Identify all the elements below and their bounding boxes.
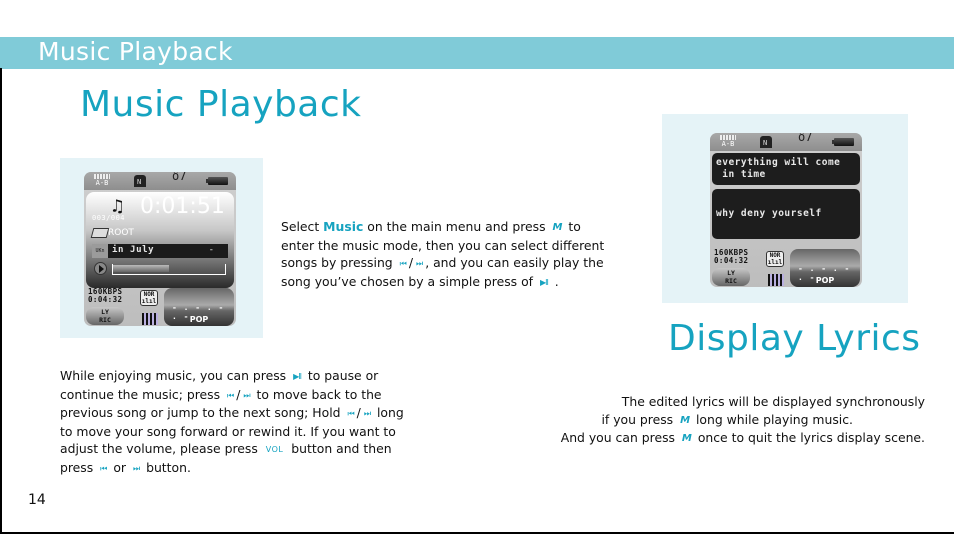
prev-button-icon: ⏮ bbox=[100, 463, 107, 473]
page-number: 14 bbox=[28, 492, 46, 508]
status-bar: A-B ὃ7 bbox=[84, 172, 236, 190]
lyric-line-current: everything will come in time bbox=[712, 153, 860, 185]
next-button-icon: ⏭ bbox=[132, 463, 140, 473]
battery-icon bbox=[206, 177, 228, 185]
lyrics-instructions: The edited lyrics will be displayed sync… bbox=[525, 393, 925, 448]
menu-button-icon: M bbox=[552, 222, 563, 233]
ab-repeat-icon: A-B bbox=[720, 135, 736, 148]
prev-button-icon: ⏮ bbox=[399, 259, 407, 268]
prev-button-icon: ⏮ bbox=[227, 390, 234, 400]
play-mode-icon: NOR ılıl bbox=[766, 251, 784, 267]
vol-button-icon: VOL bbox=[265, 445, 284, 454]
play-icon bbox=[94, 262, 107, 275]
player-screen: A-B ὃ7 ♫ 003/004 0:01:51 ROOT UKn in Jul… bbox=[84, 172, 236, 326]
headphones-icon: ὃ7 bbox=[172, 172, 187, 183]
volume-icon bbox=[142, 313, 158, 325]
next-button-icon: ⏭ bbox=[416, 259, 423, 268]
lyric-button: LY RIC bbox=[86, 307, 124, 325]
info-area: 160KBPS 0:04:32 LY RIC NOR ılıl - . - . -… bbox=[84, 288, 236, 326]
eq-badge: UKn bbox=[92, 244, 108, 258]
track-counter: 003/004 bbox=[92, 214, 126, 222]
status-bar: A-B ὃ7 bbox=[710, 133, 862, 151]
section-title-music-playback: Music Playback bbox=[80, 84, 362, 125]
elapsed-time: 0:01:51 bbox=[140, 194, 225, 219]
equalizer-panel: - . - . - . - POP bbox=[164, 288, 234, 326]
song-suffix: - bbox=[208, 245, 214, 255]
headphones-icon: ὃ7 bbox=[798, 133, 813, 144]
menu-button-icon: M bbox=[680, 414, 690, 426]
bitrate-info: 160KBPS 0:04:32 bbox=[88, 288, 122, 304]
progress-row bbox=[92, 262, 228, 276]
info-area: 160KBPS 0:04:32 LY RIC NOR ılıl - . - . -… bbox=[710, 249, 862, 287]
select-music-instructions: Select Music on the main menu and press … bbox=[281, 218, 611, 291]
eq-preset: POP bbox=[189, 315, 209, 324]
prev-button-icon: ⏮ bbox=[347, 409, 354, 418]
section-title-display-lyrics: Display Lyrics bbox=[668, 318, 921, 359]
lyrics-screenshot-panel: A-B ὃ7 everything will come in time why … bbox=[662, 114, 908, 303]
play-pause-button-icon: ▶II bbox=[539, 277, 549, 287]
playback-instructions: While enjoying music, you can press ▶II … bbox=[60, 367, 410, 477]
song-row: UKn in July - bbox=[92, 244, 228, 258]
next-button-icon: ⏭ bbox=[363, 409, 371, 418]
header-title: Music Playback bbox=[38, 37, 233, 66]
lyric-button: LY RIC bbox=[712, 268, 750, 286]
volume-icon bbox=[768, 274, 784, 286]
ab-repeat-icon: A-B bbox=[94, 174, 110, 187]
play-pause-button-icon: ▶II bbox=[293, 372, 302, 381]
total-time: 0:04:32 bbox=[714, 256, 749, 265]
folder-name: ROOT bbox=[108, 228, 134, 238]
lyrics-screen: A-B ὃ7 everything will come in time why … bbox=[710, 133, 862, 287]
repeat-mode-icon bbox=[134, 175, 146, 187]
menu-button-icon: M bbox=[681, 433, 692, 444]
repeat-mode-icon bbox=[760, 136, 772, 148]
next-button-icon: ⏭ bbox=[243, 390, 250, 400]
play-mode-icon: NOR ılıl bbox=[140, 290, 158, 306]
total-time: 0:04:32 bbox=[88, 295, 123, 304]
bitrate-info: 160KBPS 0:04:32 bbox=[714, 249, 748, 265]
progress-bar bbox=[112, 264, 226, 275]
eq-preset: POP bbox=[815, 276, 835, 285]
equalizer-panel: - . - . - . - POP bbox=[790, 249, 860, 287]
progress-fill bbox=[113, 265, 169, 272]
music-keyword: Music bbox=[323, 219, 364, 234]
lyric-line-next: why deny yourself bbox=[712, 189, 860, 239]
now-playing-area: ♫ 003/004 0:01:51 ROOT UKn in July - bbox=[86, 192, 234, 288]
folder-icon bbox=[90, 228, 110, 238]
battery-icon bbox=[832, 138, 854, 146]
song-title: in July bbox=[112, 245, 155, 255]
player-screenshot-panel: A-B ὃ7 ♫ 003/004 0:01:51 ROOT UKn in Jul… bbox=[60, 158, 263, 338]
